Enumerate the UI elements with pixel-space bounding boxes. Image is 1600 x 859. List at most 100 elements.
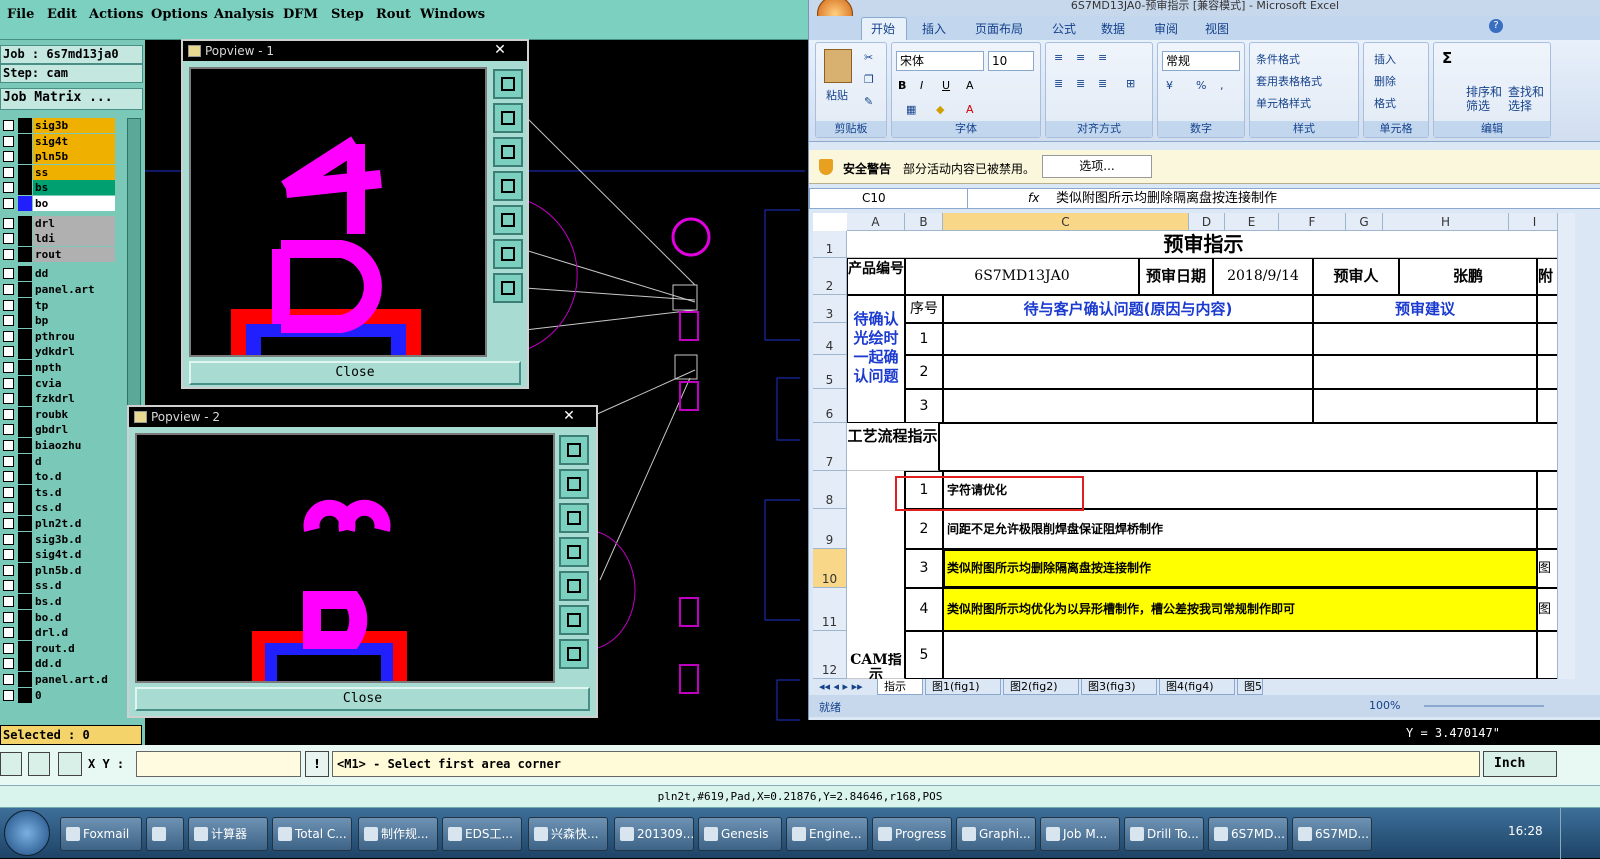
table-format-button[interactable]: 套用表格格式 (1256, 73, 1322, 89)
layer-checkbox[interactable] (3, 440, 14, 451)
copy-icon[interactable]: ❐ (864, 73, 874, 86)
layer-row[interactable]: panel.art.d (2, 672, 115, 687)
column-header[interactable]: G (1346, 213, 1383, 231)
layer-row[interactable]: pln5b (2, 149, 115, 165)
sheet-tab[interactable]: 图1(fig1) (925, 679, 1001, 695)
zoom-in-icon[interactable] (493, 69, 523, 99)
layer-row[interactable]: 0 (2, 687, 115, 703)
layer-row[interactable]: d (2, 453, 115, 469)
italic-icon[interactable]: I (920, 79, 923, 92)
layer-checkbox[interactable] (3, 502, 14, 514)
taskbar-button[interactable]: EDS工... (442, 817, 522, 851)
worksheet[interactable]: A B C D E F G H I 1 2 3 4 5 6 7 8 9 10 11 12 预审指示 产品编号 6S7MD13J… (813, 213, 1561, 679)
layer-row[interactable]: ss.d (2, 578, 115, 594)
align-right-icon[interactable]: ≣ (1098, 77, 1107, 90)
layer-row[interactable]: rout (2, 246, 115, 262)
alert-icon[interactable]: ! (305, 751, 329, 777)
sheet-tab[interactable]: 图2(fig2) (1003, 679, 1079, 695)
layer-checkbox[interactable] (3, 518, 14, 529)
column-header[interactable]: E (1225, 213, 1279, 231)
taskbar-button[interactable]: Progress (872, 817, 952, 851)
start-button[interactable] (4, 810, 50, 856)
layer-checkbox[interactable] (3, 268, 14, 280)
row-header[interactable]: 3 (813, 295, 847, 323)
menu-windows[interactable]: Windows (420, 7, 485, 22)
row-header[interactable]: 8 (813, 471, 847, 509)
format-cells-button[interactable]: 格式 (1374, 95, 1396, 111)
taskbar-button[interactable]: Total C... (272, 817, 352, 851)
currency-icon[interactable]: ¥ (1166, 79, 1173, 92)
pan-down-icon[interactable] (559, 503, 589, 533)
vertical-scrollbar[interactable] (1557, 213, 1575, 679)
item-text[interactable]: 类似附图所示均优化为以异形槽制作，槽公差按我司常规制作即可 (943, 588, 1537, 631)
layer-checkbox[interactable] (3, 533, 14, 545)
layer-checkbox[interactable] (3, 315, 14, 327)
taskbar-button[interactable]: Genesis (698, 817, 782, 851)
layer-checkbox[interactable] (3, 299, 14, 311)
layer-checkbox[interactable] (3, 580, 14, 592)
layer-checkbox[interactable] (3, 658, 14, 670)
tab-home[interactable]: 开始 (871, 20, 895, 37)
row-header[interactable]: 7 (813, 423, 847, 471)
row-header[interactable]: 4 (813, 323, 847, 355)
pan-right-icon[interactable] (559, 571, 589, 601)
issue-cell[interactable] (943, 323, 1313, 355)
layer-row[interactable]: dd.d (2, 656, 115, 672)
measure-icon[interactable] (0, 752, 22, 776)
conditional-format-button[interactable]: 条件格式 (1256, 51, 1300, 67)
layer-row[interactable]: cs.d (2, 500, 115, 516)
sheet-tab[interactable]: 图5 (1237, 679, 1263, 695)
column-header[interactable]: H (1383, 213, 1509, 231)
taskbar-button[interactable]: 201309... (614, 817, 694, 851)
menu-analysis[interactable]: Analysis (214, 7, 274, 22)
pan-down-icon[interactable] (493, 137, 523, 167)
tab-formulas[interactable]: 公式 (1052, 20, 1076, 37)
tab-review[interactable]: 审阅 (1154, 20, 1178, 37)
taskbar-button[interactable] (146, 817, 184, 851)
tab-page-layout[interactable]: 页面布局 (975, 20, 1023, 37)
column-header[interactable]: F (1279, 213, 1346, 231)
menu-edit[interactable]: Edit (47, 7, 77, 22)
layer-checkbox[interactable] (3, 564, 14, 576)
column-header[interactable]: B (905, 213, 943, 231)
align-center-icon[interactable]: ≣ (1076, 77, 1085, 90)
layer-checkbox[interactable] (3, 330, 14, 342)
grow-font-icon[interactable]: A (966, 79, 974, 92)
pan-right-icon[interactable] (493, 205, 523, 235)
menu-dfm[interactable]: DFM (283, 7, 318, 22)
xy-input[interactable] (136, 751, 301, 777)
layer-row[interactable]: npth (2, 360, 115, 375)
fill-color-icon[interactable]: ◆ (936, 103, 944, 116)
row-header[interactable]: 6 (813, 389, 847, 423)
layer-checkbox[interactable] (3, 182, 14, 194)
pan-up-icon[interactable] (559, 469, 589, 499)
layer-checkbox[interactable] (3, 346, 14, 358)
zoom-in-icon[interactable] (559, 435, 589, 465)
layer-checkbox[interactable] (3, 486, 14, 498)
layer-row[interactable]: pln2t.d (2, 516, 115, 531)
pan-up-icon[interactable] (493, 103, 523, 133)
layer-checkbox[interactable] (3, 135, 14, 147)
layer-row[interactable]: pln5b.d (2, 562, 115, 578)
taskbar-button[interactable]: Foxmail (60, 817, 142, 851)
row-header[interactable]: 9 (813, 509, 847, 549)
show-desktop-button[interactable] (1560, 808, 1600, 859)
layer-row[interactable]: panel.art (2, 282, 115, 297)
bold-icon[interactable]: B (898, 79, 906, 92)
cut-icon[interactable]: ✂ (864, 51, 873, 64)
layer-row[interactable]: dd (2, 266, 115, 282)
job-matrix-button[interactable]: Job Matrix ... (0, 88, 143, 110)
layer-checkbox[interactable] (3, 611, 14, 623)
zoom-out-icon[interactable] (559, 605, 589, 635)
zoom-out-icon[interactable] (493, 239, 523, 269)
layer-row[interactable]: biaozhu (2, 438, 115, 453)
formula-input[interactable]: 类似附图所示均删除隔离盘按连接制作 (1050, 189, 1590, 208)
row-header[interactable]: 11 (813, 588, 847, 631)
layer-row[interactable]: sig3b (2, 118, 115, 133)
layer-checkbox[interactable] (3, 549, 14, 561)
layer-row[interactable]: sig4t.d (2, 547, 115, 563)
fx-icon[interactable]: fx (1028, 191, 1039, 205)
layer-row[interactable]: bo.d (2, 609, 115, 625)
layer-row[interactable]: bo (2, 196, 115, 211)
sheet-tab[interactable]: 图3(fig3) (1081, 679, 1157, 695)
